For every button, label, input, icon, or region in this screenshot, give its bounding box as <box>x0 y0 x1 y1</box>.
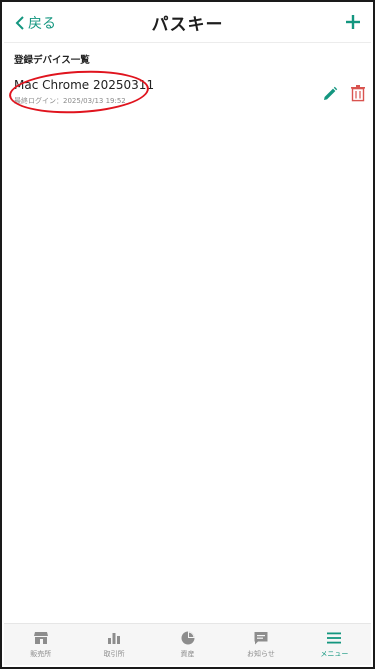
page-title: パスキー <box>151 15 224 35</box>
nav-label: 取引所 <box>103 650 125 658</box>
message-icon <box>254 632 268 645</box>
pie-chart-icon <box>181 631 195 645</box>
section-title: 登録デバイス一覧 <box>14 55 90 66</box>
device-name: Mac Chrome 20250311 <box>14 78 155 92</box>
nav-item-store[interactable]: 販売所 <box>4 624 77 665</box>
menu-icon <box>327 632 342 644</box>
pencil-icon[interactable] <box>322 86 338 102</box>
nav-item-notices[interactable]: お知らせ <box>224 624 297 665</box>
header: 戻る パスキー <box>4 4 371 43</box>
nav-label: メニュー <box>320 650 349 658</box>
nav-item-menu[interactable]: メニュー <box>298 624 371 665</box>
bar-chart-icon <box>108 633 121 644</box>
app-frame: 戻る パスキー 登録デバイス一覧 Mac Chrome 20250311 最終ロ… <box>0 0 375 669</box>
trash-icon[interactable] <box>350 84 366 102</box>
nav-item-assets[interactable]: 資産 <box>151 624 224 665</box>
store-icon <box>33 632 48 644</box>
nav-item-exchange[interactable]: 取引所 <box>77 624 150 665</box>
nav-label: 販売所 <box>30 650 52 658</box>
bottom-navigation: 販売所 取引所 資産 お知らせ メニュー <box>4 623 371 665</box>
add-icon[interactable] <box>343 12 363 32</box>
nav-label: 資産 <box>180 650 195 658</box>
nav-label: お知らせ <box>246 650 275 658</box>
device-last-login: 最終ログイン：2025/03/13 19:52 <box>14 97 126 105</box>
device-list-item[interactable]: Mac Chrome 20250311 最終ログイン：2025/03/13 19… <box>4 67 371 118</box>
highlight-annotation <box>7 67 151 117</box>
